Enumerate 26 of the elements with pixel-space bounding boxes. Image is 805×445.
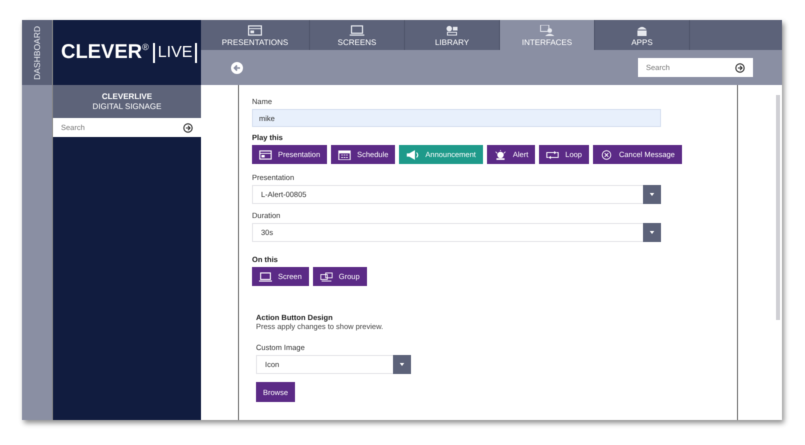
account-subtitle: DIGITAL SIGNAGE — [92, 102, 162, 112]
caret-icon — [399, 362, 405, 367]
go-arrow-icon[interactable] — [183, 122, 193, 132]
monitor-icon — [349, 25, 365, 36]
monitor-icon — [259, 272, 272, 282]
back-arrow-icon[interactable] — [231, 62, 243, 74]
person-at-screen-icon — [539, 25, 555, 36]
cancel-icon — [600, 150, 613, 160]
alarm-light-icon — [494, 150, 507, 160]
dropdown-toggle[interactable] — [393, 355, 411, 374]
library-icon — [444, 25, 460, 36]
megaphone-icon — [406, 150, 420, 160]
account-name: CLEVERLIVE — [102, 92, 152, 102]
dashboard-tab[interactable]: DASHBOARD — [22, 20, 53, 420]
presentation-icon — [259, 150, 272, 160]
dropdown-toggle[interactable] — [643, 223, 661, 242]
caret-icon — [649, 230, 655, 235]
go-arrow-icon[interactable] — [735, 62, 745, 72]
logo: CLEVER$^{®}$ LIVE — [53, 20, 201, 85]
presentation-icon — [247, 25, 263, 36]
screens-group-icon — [320, 272, 333, 282]
dropdown-toggle[interactable] — [643, 185, 661, 204]
scrollbar-thumb[interactable] — [776, 95, 780, 320]
loop-icon — [546, 150, 560, 160]
caret-icon — [649, 192, 655, 197]
calendar-icon — [338, 150, 352, 160]
